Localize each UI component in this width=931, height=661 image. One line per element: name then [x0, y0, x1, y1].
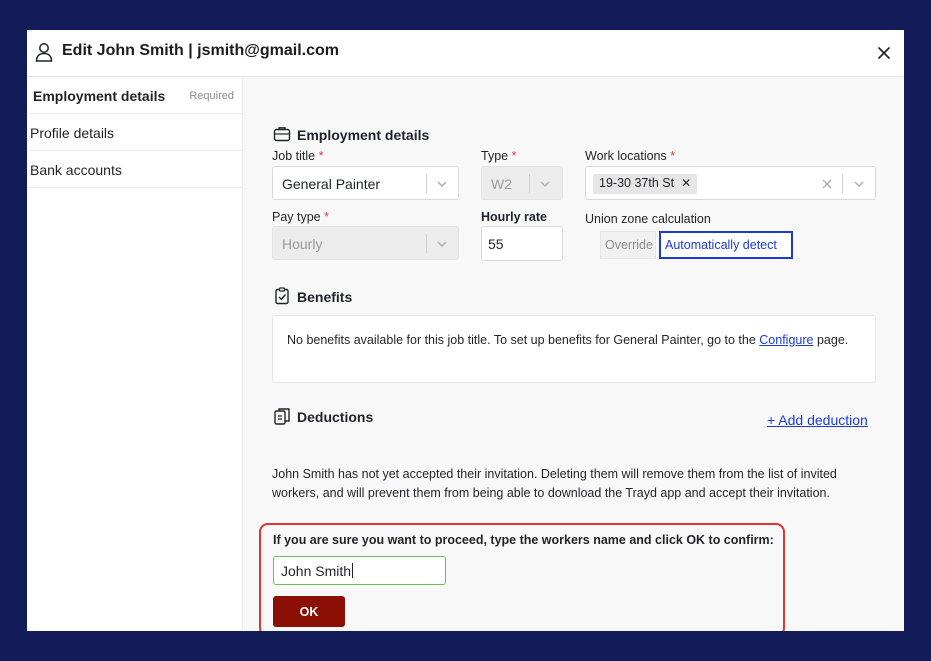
- type-value: W2: [491, 176, 512, 192]
- deductions-section-title: Deductions: [297, 409, 374, 425]
- modal-header: Edit John Smith | jsmith@gmail.com: [27, 30, 904, 77]
- pay-type-value: Hourly: [282, 236, 323, 252]
- sidebar-item-label: Profile details: [30, 125, 115, 141]
- required-badge: Required: [189, 90, 234, 102]
- clear-icon[interactable]: [821, 178, 833, 190]
- work-location-tag: 19-30 37th St ✕: [593, 174, 698, 194]
- sidebar-item-bank-accounts[interactable]: Bank accounts: [27, 151, 242, 188]
- close-icon[interactable]: [875, 44, 893, 62]
- select-separator: [842, 174, 843, 193]
- text-cursor: [352, 563, 354, 578]
- job-title-select[interactable]: General Painter: [272, 166, 459, 200]
- work-location-tag-label: 19-30 37th St: [599, 176, 675, 190]
- type-select[interactable]: W2: [481, 166, 563, 200]
- add-deduction-link[interactable]: + Add deduction: [767, 412, 868, 428]
- sidebar-item-label: Employment details: [33, 88, 166, 104]
- clipboard-check-icon: [275, 287, 289, 305]
- sidebar: Employment details Required Profile deta…: [27, 77, 243, 631]
- override-toggle[interactable]: Override: [600, 231, 656, 259]
- pay-type-label: Pay type *: [272, 210, 329, 224]
- documents-icon: [274, 408, 290, 425]
- pay-type-select[interactable]: Hourly: [272, 226, 459, 260]
- job-title-label: Job title *: [272, 149, 324, 163]
- chevron-down-icon: [854, 181, 864, 188]
- ok-button[interactable]: OK: [273, 596, 345, 627]
- benefits-section-title: Benefits: [297, 289, 353, 305]
- delete-confirm-box: If you are sure you want to proceed, typ…: [259, 523, 785, 631]
- job-title-value: General Painter: [282, 176, 381, 192]
- work-locations-select[interactable]: 19-30 37th St ✕: [585, 166, 876, 200]
- sidebar-item-employment-details[interactable]: Employment details Required: [27, 77, 242, 114]
- sidebar-item-profile-details[interactable]: Profile details: [27, 114, 242, 151]
- edit-worker-modal: Edit John Smith | jsmith@gmail.com Emplo…: [27, 30, 904, 631]
- type-label: Type *: [481, 149, 517, 163]
- chevron-down-icon: [540, 181, 550, 188]
- select-separator: [426, 234, 427, 253]
- hourly-rate-label: Hourly rate: [481, 210, 547, 224]
- work-locations-label: Work locations *: [585, 149, 676, 163]
- hourly-rate-input[interactable]: 55: [481, 226, 563, 261]
- employment-section-title: Employment details: [297, 127, 430, 143]
- confirm-instruction: If you are sure you want to proceed, typ…: [273, 533, 774, 547]
- select-separator: [426, 174, 427, 193]
- person-icon: [35, 43, 53, 62]
- invitation-warning-text: John Smith has not yet accepted their in…: [272, 467, 837, 500]
- chevron-down-icon: [437, 181, 447, 188]
- benefits-text: No benefits available for this job title…: [287, 333, 849, 347]
- sidebar-item-label: Bank accounts: [30, 162, 122, 178]
- union-zone-label: Union zone calculation: [585, 212, 711, 226]
- select-separator: [529, 174, 530, 193]
- main-panel: Employment details Job title * General P…: [243, 77, 904, 631]
- confirm-name-input[interactable]: John Smith: [273, 556, 446, 585]
- chevron-down-icon: [437, 241, 447, 248]
- configure-link[interactable]: Configure: [759, 333, 813, 347]
- confirm-name-value: John Smith: [281, 563, 352, 579]
- modal-title: Edit John Smith | jsmith@gmail.com: [62, 42, 339, 59]
- auto-detect-toggle[interactable]: Automatically detect: [659, 231, 793, 259]
- benefits-info-box: No benefits available for this job title…: [272, 315, 876, 383]
- briefcase-icon: [273, 127, 291, 142]
- remove-tag-icon[interactable]: ✕: [681, 176, 691, 190]
